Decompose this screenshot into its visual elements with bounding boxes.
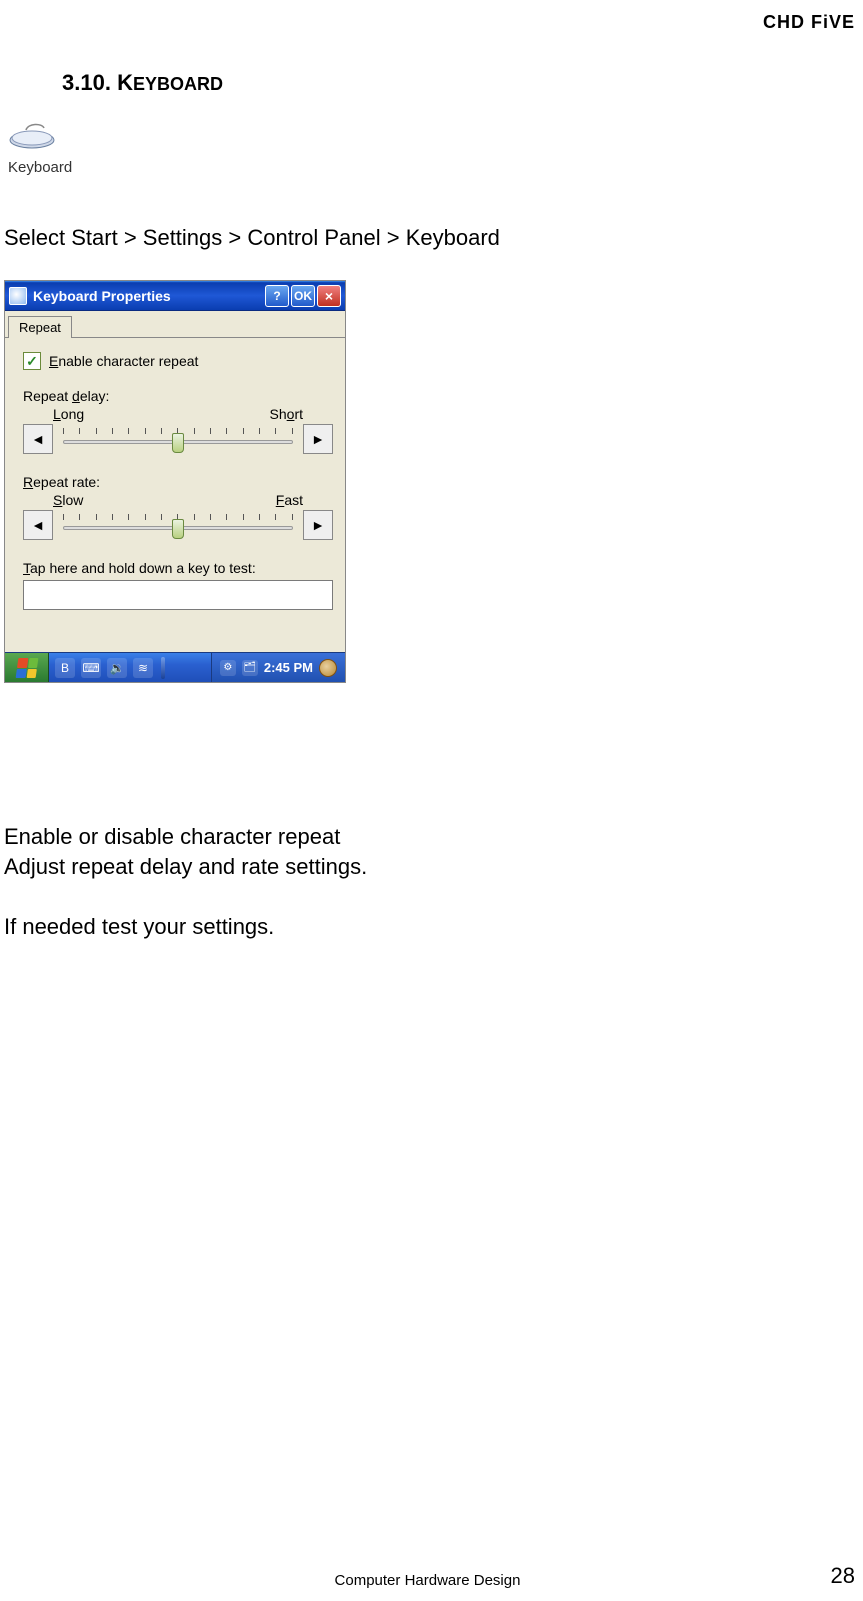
delay-increase-button[interactable]: ► (303, 424, 333, 454)
dialog-title: Keyboard Properties (33, 288, 171, 304)
rate-slider[interactable] (59, 510, 297, 540)
repeat-delay-group: Repeat delay: Long Short ◄ ► (23, 388, 333, 454)
delay-slider-thumb[interactable] (172, 433, 184, 453)
delay-decrease-button[interactable]: ◄ (23, 424, 53, 454)
page-number: 28 (831, 1563, 855, 1589)
keyboard-tray-icon[interactable]: ⌨ (81, 658, 101, 678)
start-button[interactable] (5, 653, 49, 682)
delay-long-label: Long (53, 406, 84, 422)
tray-icon-1[interactable]: ⚙ (220, 660, 236, 676)
volume-icon[interactable]: 🔉 (107, 658, 127, 678)
body-line-2: Adjust repeat delay and rate settings. (4, 852, 367, 882)
titlebar[interactable]: Keyboard Properties ? OK × (5, 281, 345, 311)
body-line-1: Enable or disable character repeat (4, 822, 340, 852)
section-title-prefix: K (117, 70, 133, 95)
enable-repeat-row[interactable]: ✓ Enable character repeat (23, 352, 333, 370)
brand-header: CHD FiVE (763, 12, 855, 33)
rate-fast-label: Fast (276, 492, 303, 508)
check-icon: ✓ (26, 354, 38, 368)
section-number: 3.10. (62, 70, 111, 95)
keyboard-icon (8, 120, 56, 150)
repeat-rate-group: Repeat rate: Slow Fast ◄ ► (23, 474, 333, 540)
tab-strip: Repeat (5, 311, 345, 337)
taskbar-separator (161, 657, 165, 679)
test-label: Tap here and hold down a key to test: (23, 560, 333, 576)
titlebar-app-icon (9, 287, 27, 305)
test-input[interactable] (23, 580, 333, 610)
tab-repeat[interactable]: Repeat (8, 316, 72, 338)
delay-slider[interactable] (59, 424, 297, 454)
rate-slow-label: Slow (53, 492, 83, 508)
page-footer: Computer Hardware Design 28 (0, 1563, 855, 1589)
breadcrumb-text: Select Start > Settings > Control Panel … (4, 225, 500, 251)
repeat-rate-title: Repeat rate: (23, 474, 333, 490)
body-line-3: If needed test your settings. (4, 912, 274, 942)
repeat-delay-title: Repeat delay: (23, 388, 333, 404)
close-button[interactable]: × (317, 285, 341, 307)
footer-center: Computer Hardware Design (335, 1572, 521, 1589)
rate-slider-thumb[interactable] (172, 519, 184, 539)
keyboard-icon-label: Keyboard (8, 159, 72, 176)
taskbar: B ⌨ 🔉 ≋ ⚙ 🗂 2:45 PM (5, 652, 345, 682)
rate-increase-button[interactable]: ► (303, 510, 333, 540)
enable-repeat-checkbox[interactable]: ✓ (23, 352, 41, 370)
rate-decrease-button[interactable]: ◄ (23, 510, 53, 540)
ok-button[interactable]: OK (291, 285, 315, 307)
windows-logo-icon (15, 658, 38, 678)
section-heading: 3.10. KEYBOARD (62, 70, 223, 96)
delay-short-label: Short (270, 406, 303, 422)
help-button[interactable]: ? (265, 285, 289, 307)
keyboard-icon-block: Keyboard (8, 120, 72, 176)
tray-icon-2[interactable]: 🗂 (242, 660, 258, 676)
bluetooth-icon[interactable]: B (55, 658, 75, 678)
show-desktop-button[interactable] (319, 659, 337, 677)
system-tray[interactable]: ⚙ 🗂 2:45 PM (211, 653, 345, 682)
enable-repeat-label: Enable character repeat (49, 353, 198, 369)
section-title-rest: EYBOARD (133, 74, 223, 94)
tab-panel: ✓ Enable character repeat Repeat delay: … (5, 337, 345, 652)
clock-text: 2:45 PM (264, 660, 313, 675)
keyboard-properties-dialog: Keyboard Properties ? OK × Repeat ✓ Enab… (4, 280, 346, 683)
network-icon[interactable]: ≋ (133, 658, 153, 678)
